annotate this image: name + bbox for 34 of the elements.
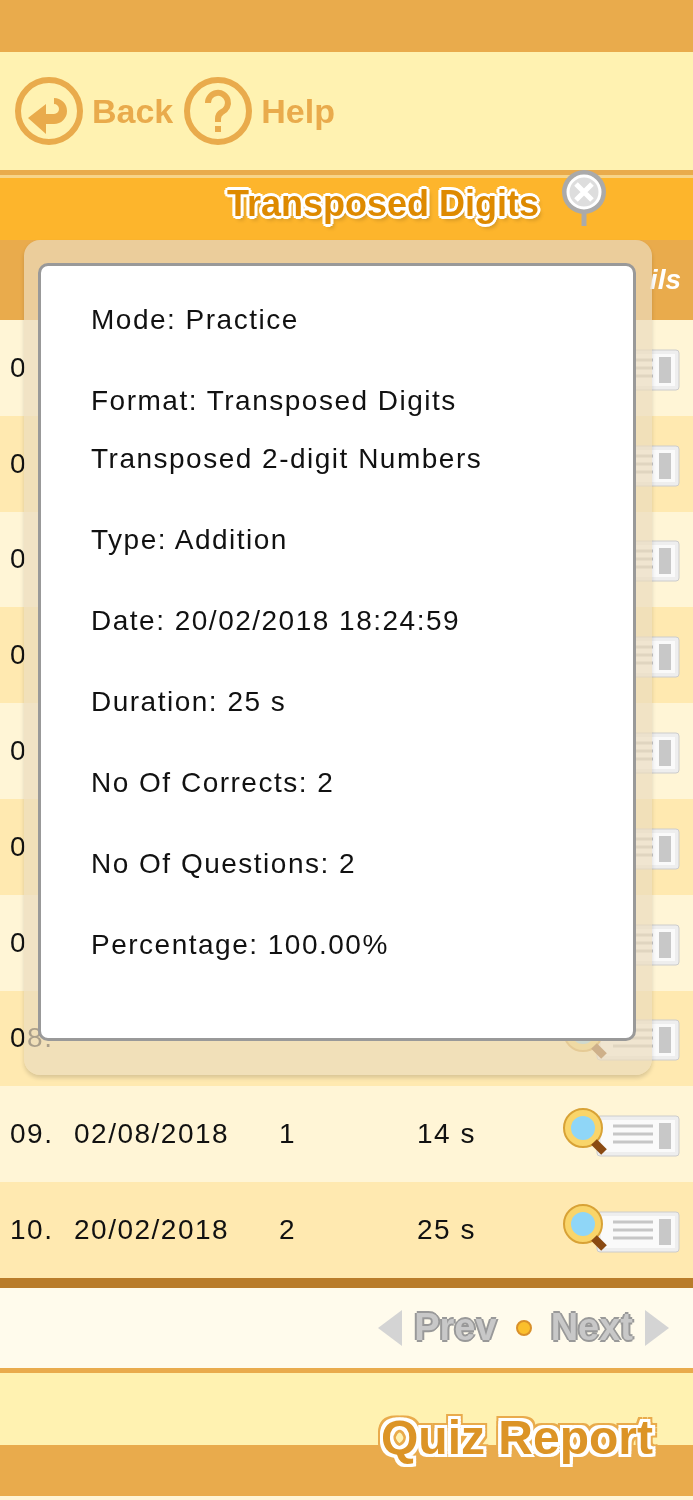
help-icon: [183, 76, 254, 146]
table-cell-text: 0: [10, 351, 29, 384]
table-cell-text: 0: [10, 543, 29, 576]
detail-text: No Of Corrects: 2: [91, 766, 336, 800]
table-cell-text: 1: [279, 1118, 298, 1151]
right-triangle-icon: [643, 1307, 671, 1348]
table-cell-text: 2: [279, 1214, 298, 1247]
table-cell-text: 02/08/2018: [74, 1118, 231, 1151]
help-button[interactable]: Help: [183, 76, 335, 146]
table-cell-text: 0: [10, 735, 29, 768]
detail-text: No Of Questions: 2: [91, 847, 358, 881]
column-header: ils: [649, 264, 681, 296]
page-dot-icon: [514, 1318, 533, 1337]
close-icon: [559, 168, 609, 228]
table-cell-text: 08.: [10, 1022, 55, 1055]
table-cell-text: 0: [10, 830, 29, 863]
detail-text: Format: Transposed Digits: [91, 384, 458, 418]
table-cell-text: 14 s: [417, 1118, 477, 1151]
table-cell-text: 0: [10, 447, 29, 480]
screen-title: Transposed Digits: [225, 182, 540, 226]
table-cell-text: 20/02/2018: [74, 1214, 231, 1247]
table-cell-text: 0: [10, 926, 29, 959]
detail-text: Percentage: 100.00%: [91, 928, 390, 962]
detail-text: Date: 20/02/2018 18:24:59: [91, 604, 462, 638]
table-cell-text: 09.: [10, 1118, 55, 1151]
detail-text: Type: Addition: [91, 523, 289, 557]
table-cell-text: 0: [10, 639, 29, 672]
left-triangle-icon: [376, 1307, 405, 1348]
detail-text: Transposed 2-digit Numbers: [91, 442, 484, 476]
detail-text: Duration: 25 s: [91, 685, 288, 719]
detail-text: Mode: Practice: [91, 303, 300, 337]
table-cell-text: 10.: [10, 1214, 55, 1247]
back-button[interactable]: Back: [14, 76, 174, 146]
table-cell-text: 25 s: [417, 1214, 477, 1247]
